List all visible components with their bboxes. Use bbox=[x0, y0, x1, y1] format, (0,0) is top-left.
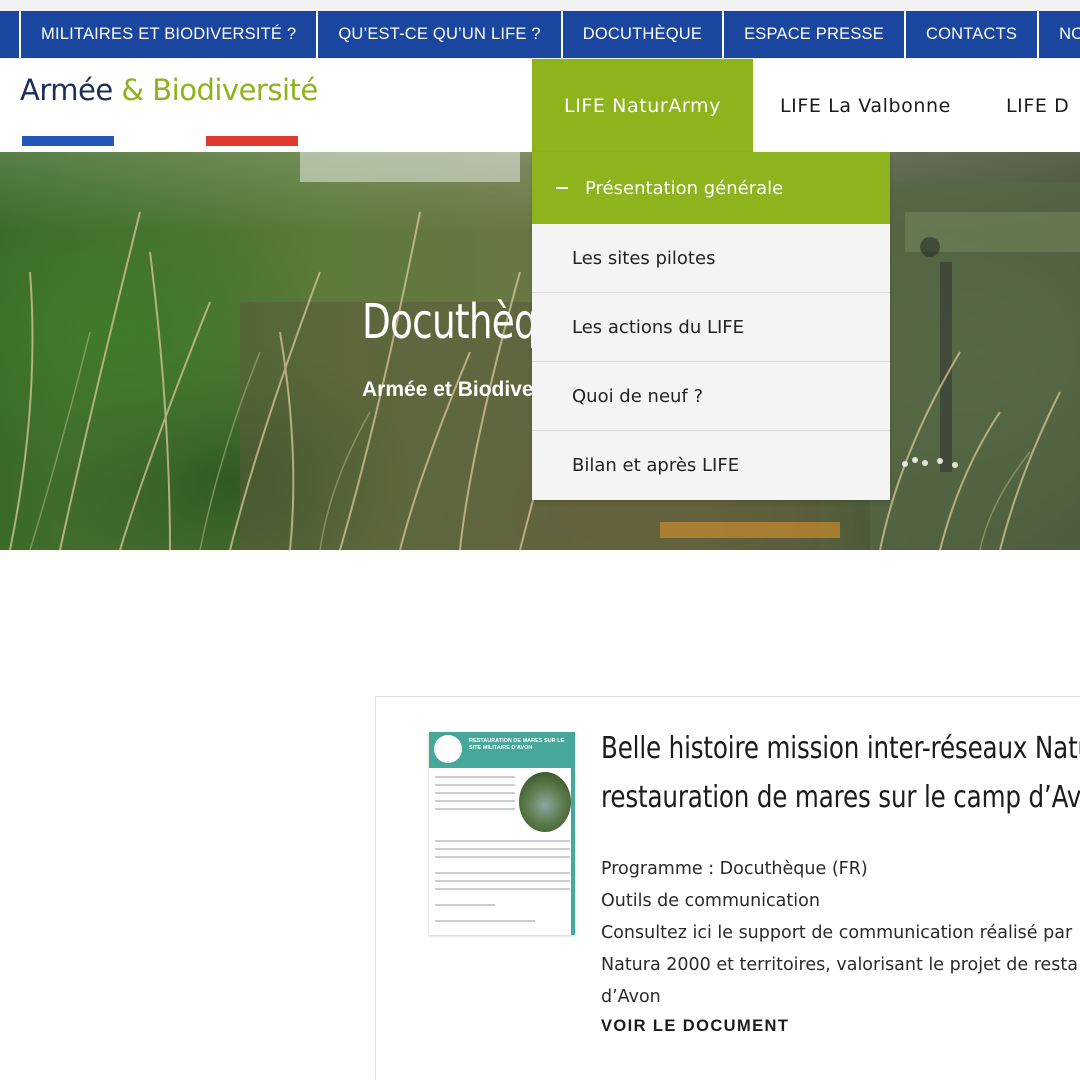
document-summary-line: d’Avon bbox=[601, 987, 661, 1007]
top-utility-bar: MILITAIRES ET BIODIVERSITÉ ? QU’EST-CE Q… bbox=[0, 0, 1080, 59]
breadcrumb[interactable]: Armée et Biodive bbox=[362, 378, 534, 402]
thumbnail-text-line bbox=[435, 888, 570, 890]
page: MILITAIRES ET BIODIVERSITÉ ? QU’EST-CE Q… bbox=[0, 0, 1080, 1080]
view-document-link[interactable]: VOIR LE DOCUMENT bbox=[601, 1017, 789, 1036]
document-thumbnail[interactable]: RESTAURATION DE MARES SUR LE SITE MILITA… bbox=[429, 732, 575, 935]
dropdown-item-bilan-apres-life[interactable]: Bilan et après LIFE bbox=[532, 431, 890, 500]
logo-red-bar bbox=[206, 136, 298, 146]
thumbnail-text-line bbox=[435, 840, 570, 842]
thumbnail-text-line bbox=[435, 808, 515, 810]
document-description: Programme : Docuthèque (FR) Outils de co… bbox=[601, 853, 1078, 1013]
thumbnail-text-line bbox=[435, 800, 515, 802]
dropdown-item-presentation-generale[interactable]: Présentation générale bbox=[532, 152, 890, 224]
thumbnail-text-line bbox=[435, 848, 570, 850]
topnav-contacts[interactable]: CONTACTS bbox=[906, 11, 1040, 58]
mainnav-life-naturarmy[interactable]: LIFE NaturArmy bbox=[532, 59, 753, 152]
document-title[interactable]: Belle histoire mission inter-réseaux Nat… bbox=[601, 724, 1080, 822]
thumbnail-text-line bbox=[435, 920, 535, 922]
logo-part1: Armée bbox=[20, 73, 113, 107]
thumbnail-heading: RESTAURATION DE MARES SUR LE SITE MILITA… bbox=[469, 738, 565, 751]
thumbnail-photo bbox=[519, 772, 571, 832]
document-card: RESTAURATION DE MARES SUR LE SITE MILITA… bbox=[375, 696, 1080, 1080]
mainnav-life-d[interactable]: LIFE D bbox=[979, 59, 1069, 152]
topnav-docutheque[interactable]: DOCUTHÈQUE bbox=[563, 11, 725, 58]
topnav-militaires-biodiversite[interactable]: MILITAIRES ET BIODIVERSITÉ ? bbox=[19, 11, 319, 58]
thumbnail-text-line bbox=[435, 776, 515, 778]
main-nav: LIFE NaturArmy LIFE La Valbonne LIFE D bbox=[532, 59, 1069, 152]
dropdown-item-sites-pilotes[interactable]: Les sites pilotes bbox=[532, 224, 890, 293]
thumbnail-logo bbox=[434, 735, 462, 763]
logo-ampersand: & bbox=[112, 73, 153, 107]
thumbnail-text-line bbox=[435, 872, 570, 874]
hero-title: Docuthèq bbox=[362, 294, 538, 350]
dash-icon bbox=[556, 187, 568, 189]
mainnav-life-la-valbonne[interactable]: LIFE La Valbonne bbox=[753, 59, 979, 152]
thumbnail-text-line bbox=[435, 784, 515, 786]
dropdown-item-label: Présentation générale bbox=[585, 177, 784, 199]
thumbnail-text-line bbox=[435, 880, 570, 882]
document-summary-line: Natura 2000 et territoires, valorisant l… bbox=[601, 955, 1079, 975]
document-title-line: restauration de mares sur le camp d’Avon bbox=[601, 780, 1080, 815]
thumbnail-text-line bbox=[435, 904, 495, 906]
site-logo[interactable]: Armée & Biodiversité bbox=[20, 73, 318, 146]
logo-wordmark: Armée & Biodiversité bbox=[20, 73, 318, 107]
topnav-nous-suivre[interactable]: NOUS SUIV bbox=[1039, 11, 1080, 58]
document-summary-line: Consultez ici le support de communicatio… bbox=[601, 923, 1073, 943]
thumbnail-text-line bbox=[435, 792, 515, 794]
topnav-espace-presse[interactable]: ESPACE PRESSE bbox=[724, 11, 906, 58]
document-programme: Programme : Docuthèque (FR) bbox=[601, 859, 868, 879]
logo-part2: Biodiversité bbox=[152, 73, 318, 107]
document-category: Outils de communication bbox=[601, 891, 820, 911]
top-nav: MILITAIRES ET BIODIVERSITÉ ? QU’EST-CE Q… bbox=[0, 11, 1080, 58]
thumbnail-text-line bbox=[435, 856, 570, 858]
document-title-line: Belle histoire mission inter-réseaux Nat… bbox=[601, 731, 1080, 766]
logo-blue-bar bbox=[22, 136, 114, 146]
dropdown-item-actions-du-life[interactable]: Les actions du LIFE bbox=[532, 293, 890, 362]
topnav-quest-ce-quun-life[interactable]: QU’EST-CE QU’UN LIFE ? bbox=[318, 11, 563, 58]
site-header: Armée & Biodiversité LIFE NaturArmy LIFE… bbox=[0, 59, 1080, 152]
life-naturarmy-dropdown: Présentation générale Les sites pilotes … bbox=[532, 152, 890, 500]
thumbnail-stripe bbox=[571, 768, 575, 935]
dropdown-item-quoi-de-neuf[interactable]: Quoi de neuf ? bbox=[532, 362, 890, 431]
